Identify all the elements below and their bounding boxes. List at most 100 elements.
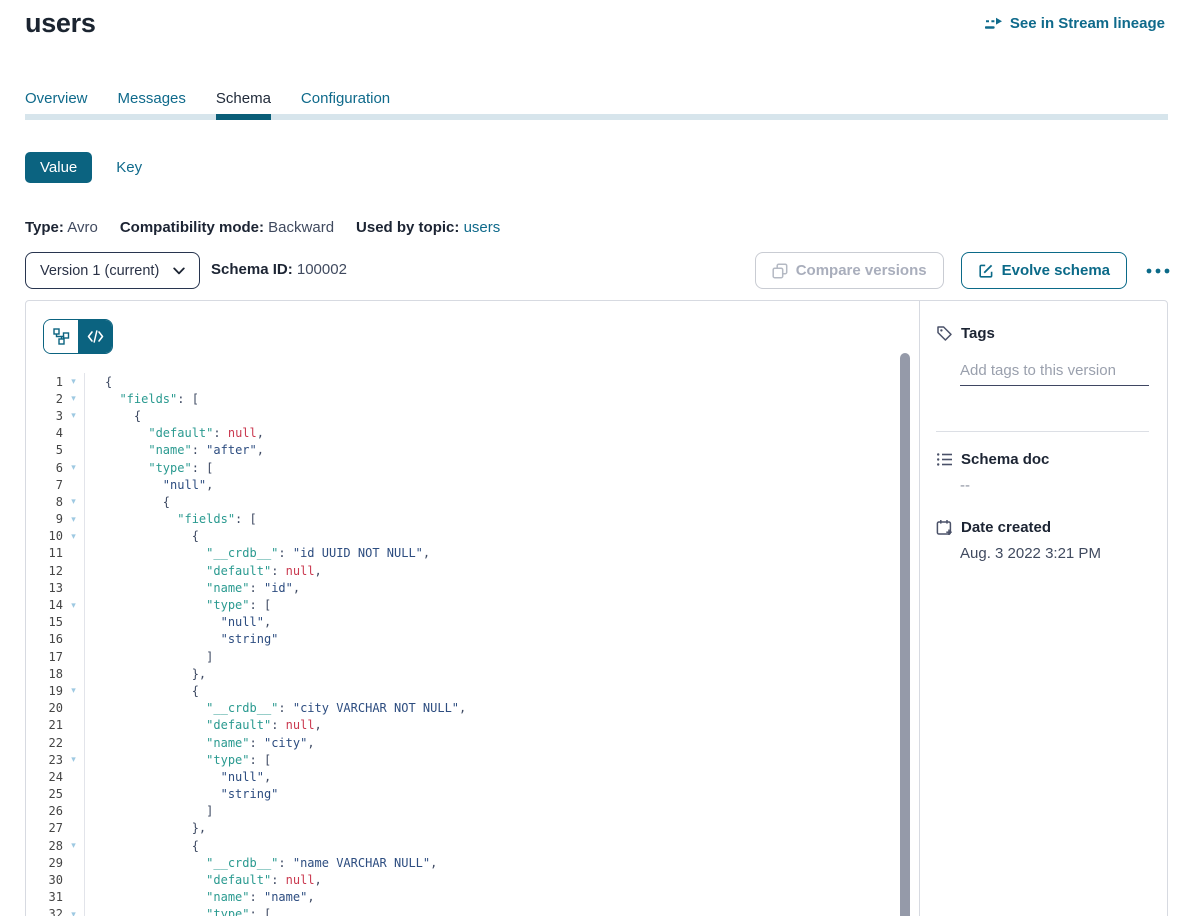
code-line: 11 "__crdb__": "id UUID NOT NULL", (26, 545, 918, 562)
fold-toggle-icon[interactable]: ▾ (63, 497, 84, 506)
fold-toggle-icon[interactable]: ▾ (63, 601, 84, 610)
line-number: 19 (26, 684, 63, 698)
tab-configuration[interactable]: Configuration (301, 90, 390, 109)
type-value: Avro (67, 219, 98, 236)
line-number: 12 (26, 564, 63, 578)
tab-messages[interactable]: Messages (118, 90, 186, 109)
line-number: 29 (26, 856, 63, 870)
code-line: 10▾ { (26, 528, 918, 545)
fold-toggle-icon[interactable]: ▾ (63, 532, 84, 541)
topic-link[interactable]: users (464, 219, 501, 236)
tab-bar: Overview Messages Schema Configuration (25, 90, 1168, 120)
line-number: 4 (26, 426, 63, 440)
fold-toggle-icon[interactable]: ▾ (63, 515, 84, 524)
fold-toggle-icon[interactable]: ▾ (63, 910, 84, 916)
tabs: Overview Messages Schema Configuration (25, 90, 1168, 109)
code-text: "type": [ (85, 461, 213, 475)
evolve-schema-button[interactable]: Evolve schema (961, 252, 1127, 289)
code-line: 28▾ { (26, 837, 918, 854)
type-field: Type: Avro (25, 219, 98, 236)
value-toggle-button[interactable]: Value (25, 152, 92, 183)
version-select[interactable]: Version 1 (current) (25, 252, 200, 289)
schema-code-pane: 1▾{2▾ "fields": [3▾ {4 "default": null,5… (26, 301, 919, 916)
more-options-button[interactable] (1144, 266, 1172, 276)
code-text: "fields": [ (85, 392, 199, 406)
compare-versions-label: Compare versions (796, 262, 927, 279)
code-text: "__crdb__": "city VARCHAR NOT NULL", (85, 701, 466, 715)
line-number: 24 (26, 770, 63, 784)
fold-toggle-icon[interactable]: ▾ (63, 755, 84, 764)
code-text: { (85, 495, 170, 509)
schema-doc-section-header: Schema doc (936, 451, 1049, 468)
code-line: 7 "null", (26, 476, 918, 493)
ellipsis-icon (1146, 268, 1170, 274)
edit-icon (978, 263, 994, 279)
add-tags-input[interactable] (960, 356, 1149, 386)
code-text: "name": "after", (85, 443, 264, 457)
fold-toggle-icon[interactable]: ▾ (63, 411, 84, 420)
compare-versions-button[interactable]: Compare versions (755, 252, 944, 289)
compare-icon (772, 263, 788, 279)
code-line: 13 "name": "id", (26, 579, 918, 596)
code-text: "__crdb__": "id UUID NOT NULL", (85, 546, 430, 560)
code-text: "default": null, (85, 718, 322, 732)
code-text: { (85, 684, 199, 698)
version-bar: Version 1 (current) Schema ID: 100002 Co… (25, 252, 1172, 289)
code-line: 9▾ "fields": [ (26, 511, 918, 528)
code-text: { (85, 529, 199, 543)
line-number: 3 (26, 409, 63, 423)
code-line: 4 "default": null, (26, 425, 918, 442)
code-text: }, (85, 821, 206, 835)
code-line: 30 "default": null, (26, 871, 918, 888)
schema-panel: 1▾{2▾ "fields": [3▾ {4 "default": null,5… (25, 300, 1168, 916)
tree-view-button[interactable] (44, 320, 78, 353)
view-mode-toggle (43, 319, 113, 354)
tab-schema[interactable]: Schema (216, 90, 271, 109)
line-number: 28 (26, 839, 63, 853)
code-text: "fields": [ (85, 512, 257, 526)
key-toggle-link[interactable]: Key (116, 159, 142, 176)
date-created-title: Date created (961, 519, 1051, 536)
fold-toggle-icon[interactable]: ▾ (63, 463, 84, 472)
chevron-down-icon (173, 267, 185, 275)
evolve-schema-label: Evolve schema (1002, 262, 1110, 279)
tab-overview[interactable]: Overview (25, 90, 88, 109)
fold-toggle-icon[interactable]: ▾ (63, 394, 84, 403)
line-number: 30 (26, 873, 63, 887)
fold-toggle-icon[interactable]: ▾ (63, 841, 84, 850)
line-number: 16 (26, 632, 63, 646)
code-text: "default": null, (85, 873, 322, 887)
tree-view-icon (53, 328, 70, 345)
stream-lineage-link[interactable]: See in Stream lineage (985, 15, 1165, 32)
tags-section-header: Tags (936, 325, 995, 342)
line-number: 22 (26, 736, 63, 750)
code-line: 20 "__crdb__": "city VARCHAR NOT NULL", (26, 700, 918, 717)
calendar-plus-icon (936, 519, 953, 536)
code-line: 31 "name": "name", (26, 889, 918, 906)
code-text: ] (85, 650, 213, 664)
stream-lineage-label: See in Stream lineage (1010, 15, 1165, 32)
code-line: 1▾{ (26, 373, 918, 390)
tags-title: Tags (961, 325, 995, 342)
editor-scrollbar-thumb[interactable] (900, 353, 910, 916)
topic-label: Used by topic: (356, 219, 459, 236)
line-number: 27 (26, 821, 63, 835)
compatibility-field: Compatibility mode: Backward (120, 219, 334, 236)
line-number: 1 (26, 375, 63, 389)
code-line: 23▾ "type": [ (26, 751, 918, 768)
compatibility-label: Compatibility mode: (120, 219, 264, 236)
line-number: 23 (26, 753, 63, 767)
line-number: 2 (26, 392, 63, 406)
code-line: 21 "default": null, (26, 717, 918, 734)
code-text: "string" (85, 632, 278, 646)
code-view-button[interactable] (78, 320, 112, 353)
version-actions: Compare versions Evolve schema (755, 252, 1172, 289)
code-text: "type": [ (85, 598, 271, 612)
fold-toggle-icon[interactable]: ▾ (63, 377, 84, 386)
fold-toggle-icon[interactable]: ▾ (63, 686, 84, 695)
line-number: 31 (26, 890, 63, 904)
code-line: 5 "name": "after", (26, 442, 918, 459)
code-text: "null", (85, 478, 213, 492)
code-line: 27 }, (26, 820, 918, 837)
line-number: 9 (26, 512, 63, 526)
